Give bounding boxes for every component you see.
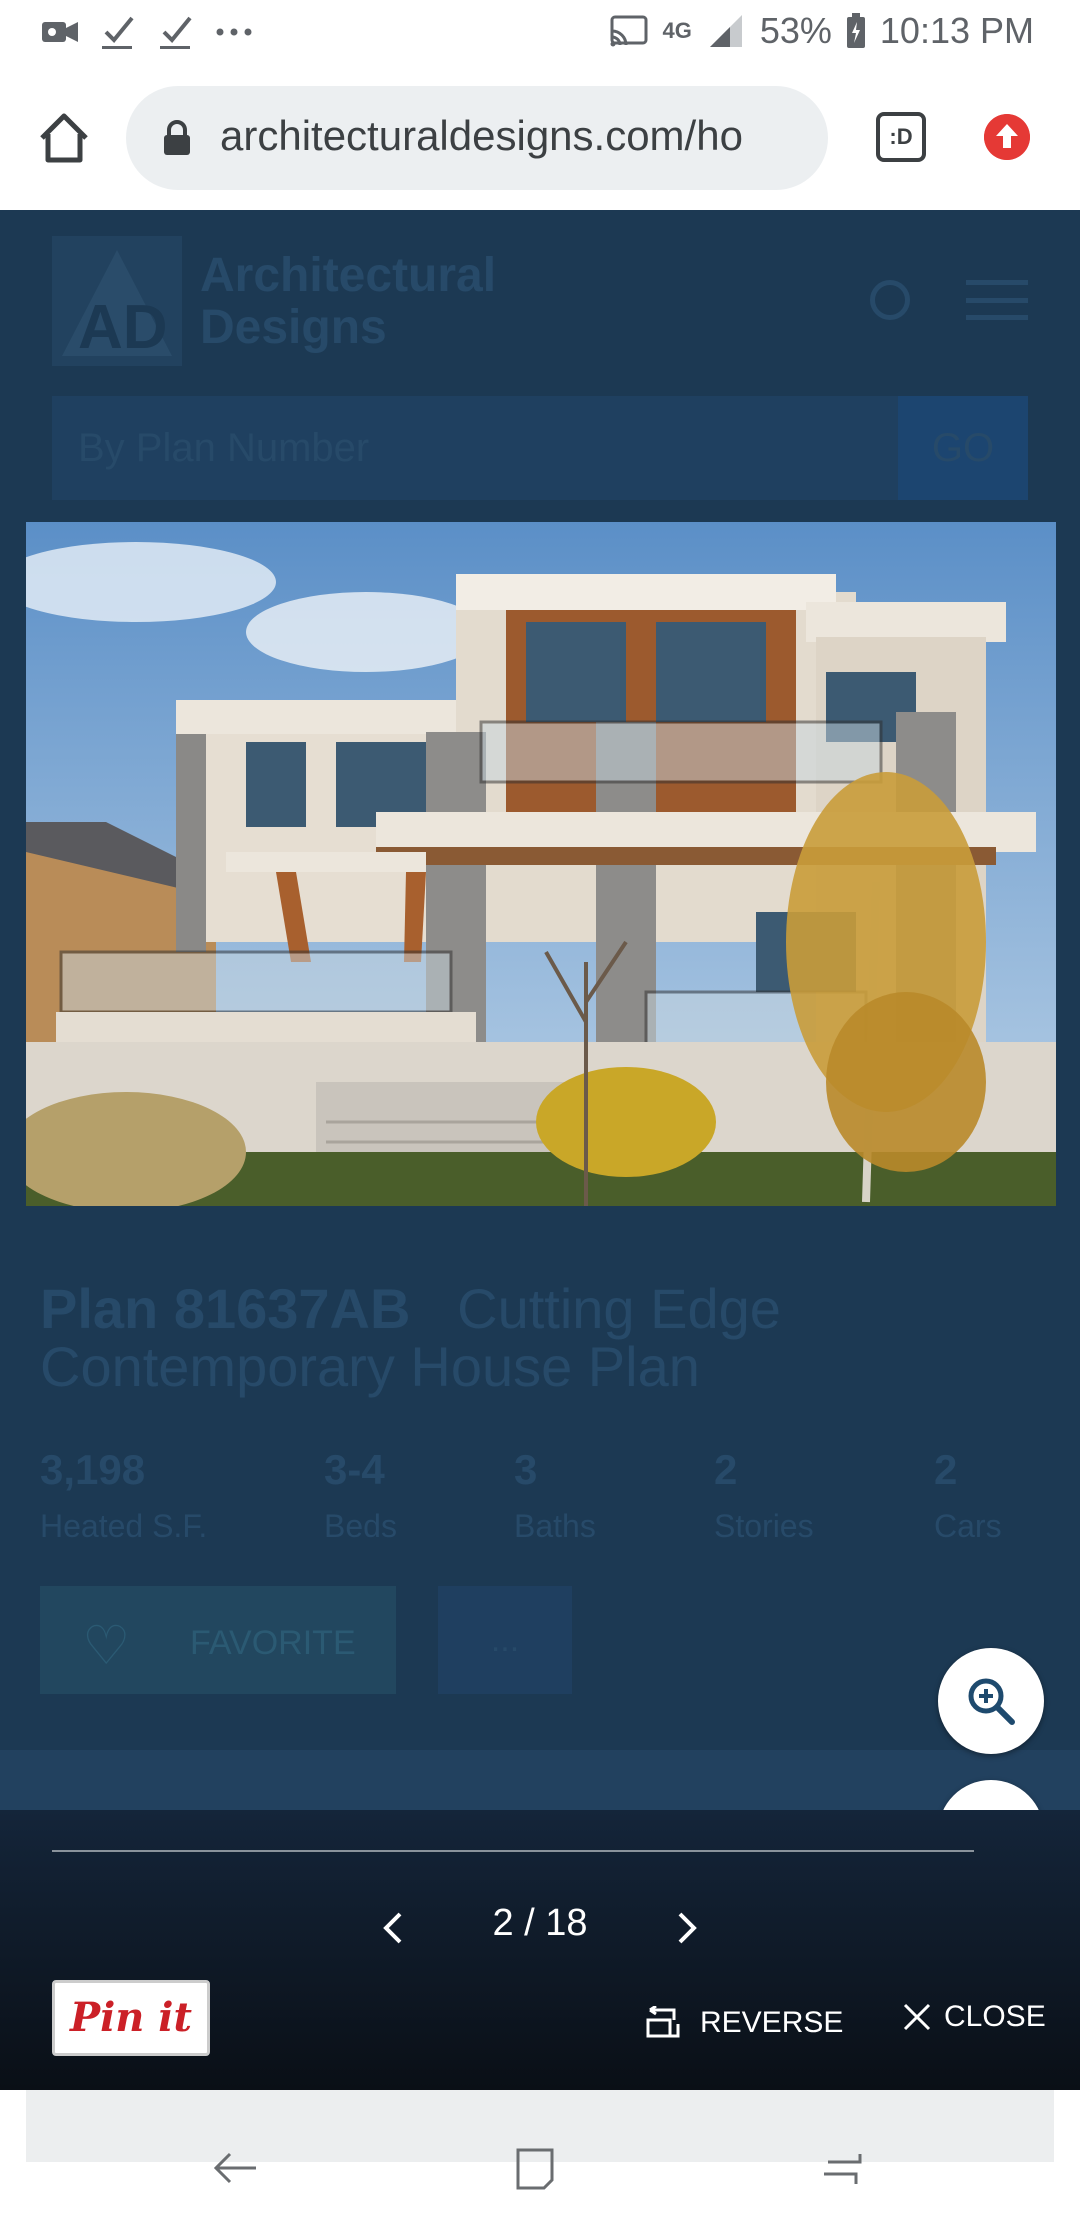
stat-beds: 3-4 Beds (324, 1446, 397, 1544)
plan-stats: 3,198 Heated S.F. 3-4 Beds 3 Baths 2 Stories… (40, 1446, 1040, 1566)
plan-number-search-input[interactable]: By Plan Number (52, 396, 898, 500)
logo-line-2: Designs (200, 301, 387, 354)
status-bar: 4G 53% 10:13 PM (0, 0, 1080, 64)
signal-icon (709, 15, 742, 47)
image-counter: 2 / 18 (492, 1902, 588, 1944)
battery-percent: 53% (759, 10, 832, 51)
close-label: CLOSE (944, 2000, 1046, 2033)
home-nav-icon[interactable] (508, 2140, 564, 2196)
address-bar[interactable]: architecturaldesigns.com/ho (126, 86, 828, 190)
tab-switcher-button[interactable]: :D (876, 112, 926, 162)
search-icon[interactable] (870, 280, 910, 320)
check-icon (102, 16, 134, 49)
notification-icons (40, 12, 254, 52)
logo-mark-icon: AD (62, 250, 172, 362)
plan-name-line-2: Contemporary House Plan (40, 1335, 700, 1398)
system-navigation-bar (0, 2090, 1080, 2220)
zoom-in-button[interactable] (938, 1648, 1044, 1754)
lock-icon (164, 120, 190, 155)
plan-name-line-1: Cutting Edge (457, 1277, 781, 1340)
home-icon[interactable] (34, 108, 94, 168)
video-icon (42, 22, 78, 42)
pin-it-button[interactable]: Pin it (52, 1980, 210, 2056)
browser-toolbar: architecturaldesigns.com/ho :D (0, 64, 1080, 210)
reverse-label: REVERSE (700, 2006, 844, 2039)
reverse-icon (646, 2006, 680, 2038)
search-placeholder: By Plan Number (78, 426, 370, 470)
stat-baths: 3 Baths (514, 1446, 596, 1544)
update-icon[interactable] (984, 114, 1030, 160)
plan-number: Plan 81637AB (40, 1277, 411, 1340)
close-icon (903, 2003, 931, 2031)
back-icon[interactable] (208, 2140, 264, 2196)
stat-heated-sf: 3,198 Heated S.F. (40, 1446, 208, 1544)
gallery-divider (52, 1850, 974, 1852)
previous-image-button[interactable] (364, 1898, 424, 1958)
battery-icon (846, 13, 865, 48)
web-page: AD Architectural Designs By Plan Number … (0, 210, 1080, 1810)
next-image-button[interactable] (656, 1898, 716, 1958)
system-indicators: 4G 53% 10:13 PM (608, 10, 1034, 52)
logo-text: Architectural Designs (200, 250, 496, 354)
hamburger-menu-icon[interactable] (966, 280, 1028, 320)
plan-title: Plan 81637AB Cutting Edge Contemporary H… (40, 1280, 1040, 1396)
favorite-label: FAVORITE (190, 1624, 356, 1662)
logo-line-1: Architectural (200, 249, 497, 302)
chevron-left-icon (383, 1912, 402, 1944)
page-section-divider (0, 1750, 1080, 1810)
url-text: architecturaldesigns.com/ho (220, 112, 743, 159)
close-button[interactable]: CLOSE (902, 2000, 1046, 2034)
zoom-in-icon (968, 1678, 1015, 1725)
more-options-button[interactable]: ... (438, 1586, 572, 1694)
site-logo[interactable]: AD (52, 236, 182, 366)
cast-icon (610, 15, 648, 47)
house-photo[interactable] (26, 522, 1056, 1206)
check-icon (160, 16, 192, 49)
go-button[interactable]: GO (898, 396, 1028, 500)
stat-stories: 2 Stories (714, 1446, 814, 1544)
gallery-controls: 2 / 18 Pin it REVERSE CLOSE (0, 1810, 1080, 2090)
network-type: 4G (662, 18, 692, 43)
reverse-button[interactable]: REVERSE (644, 2006, 843, 2040)
clock: 10:13 PM (879, 10, 1034, 51)
recent-apps-icon[interactable] (814, 2140, 870, 2196)
more-dots-icon (216, 28, 252, 36)
stat-cars: 2 Cars (934, 1446, 1002, 1544)
heart-icon: ♡ (82, 1616, 131, 1676)
svg-text:AD: AD (78, 293, 168, 362)
favorite-button[interactable]: ♡ FAVORITE (40, 1586, 396, 1694)
chevron-right-icon (678, 1912, 697, 1944)
